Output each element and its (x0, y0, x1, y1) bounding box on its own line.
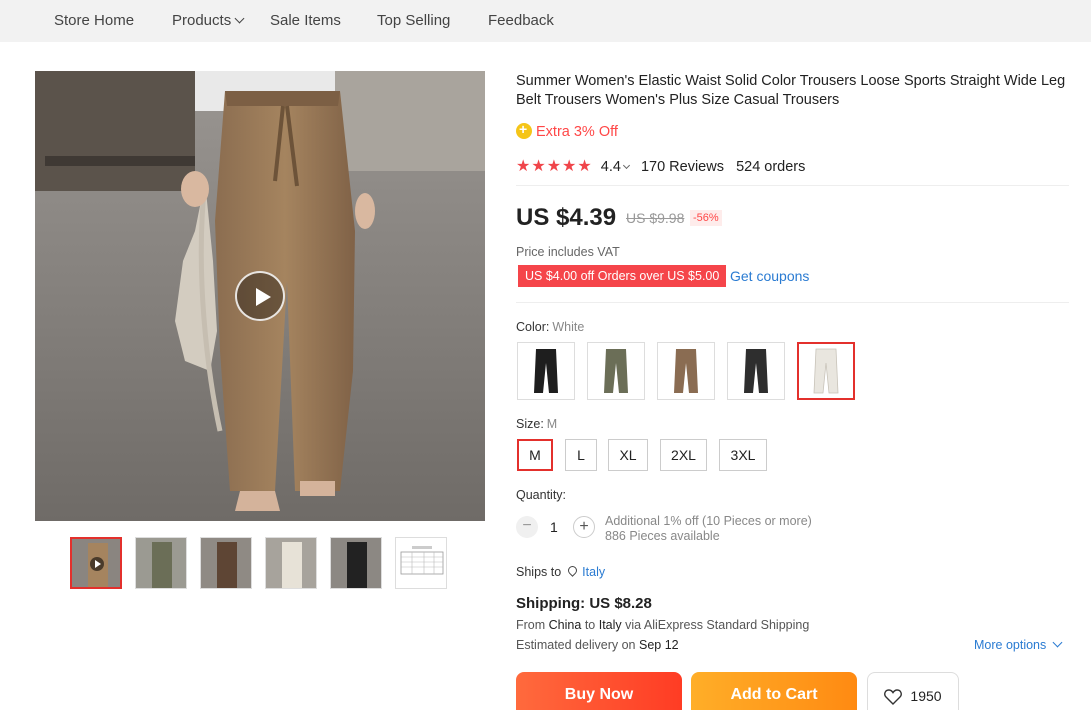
size-option-l[interactable]: L (565, 439, 597, 471)
nav-sale-items[interactable]: Sale Items (270, 12, 341, 29)
nav-top-selling[interactable]: Top Selling (377, 12, 450, 29)
nav-store-home[interactable]: Store Home (54, 12, 134, 29)
size-label-row: Size: M (516, 417, 557, 431)
delivery-date: Sep 12 (639, 638, 679, 652)
quantity-value[interactable]: 1 (550, 519, 558, 535)
store-nav-bar: Store Home Products Sale Items Top Selli… (0, 0, 1091, 42)
divider (516, 185, 1069, 186)
quantity-label: Quantity: (516, 488, 567, 502)
chevron-down-icon (1052, 637, 1063, 648)
stock-available: 886 Pieces available (605, 529, 720, 543)
ships-to-label: Ships to (516, 565, 562, 579)
nav-products-label: Products (172, 12, 232, 29)
delivery-prefix: Estimated delivery on (516, 638, 636, 652)
to-word: to (584, 618, 596, 632)
thumbnail-green[interactable] (135, 537, 187, 589)
color-swatch-brown[interactable] (657, 342, 715, 400)
pants-white-image (813, 348, 839, 394)
size-chart-icon (396, 538, 446, 588)
location-pin-icon (566, 564, 580, 577)
nav-feedback[interactable]: Feedback (488, 12, 554, 29)
wishlist-count: 1950 (910, 688, 942, 704)
main-product-image[interactable] (35, 71, 485, 521)
origin-country: China (548, 618, 582, 632)
color-swatch-army-green[interactable] (587, 342, 645, 400)
destination-country: Italy (598, 618, 622, 632)
pants-dark-grey-image (744, 349, 768, 393)
extra-discount-label: Extra 3% Off (536, 124, 618, 140)
color-label: Color: (516, 320, 550, 334)
size-option-2xl[interactable]: 2XL (660, 439, 707, 471)
color-swatch-dark-grey[interactable] (727, 342, 785, 400)
reviews-link[interactable]: 170 Reviews (641, 159, 724, 175)
size-label: Size: (516, 417, 544, 431)
thumbnail-photo (136, 538, 186, 588)
thumbnail-photo (201, 538, 251, 588)
pants-black-image (534, 349, 558, 393)
color-swatch-white[interactable] (797, 342, 855, 400)
wishlist-button[interactable]: 1950 (867, 672, 959, 710)
color-swatch-black[interactable] (517, 342, 575, 400)
delivery-estimate: Estimated delivery on Sep 12 (516, 638, 679, 652)
original-price: US $9.98 (626, 210, 685, 226)
color-label-row: Color: White (516, 320, 584, 334)
vat-note: Price includes VAT (516, 245, 620, 259)
shipping-cost: Shipping: US $8.28 (516, 595, 652, 612)
play-video-button[interactable] (235, 271, 285, 321)
size-option-m[interactable]: M (517, 439, 553, 471)
size-option-xl[interactable]: XL (608, 439, 648, 471)
coin-icon (516, 121, 532, 139)
thumbnail-photo (266, 538, 316, 588)
coupon-badge[interactable]: US $4.00 off Orders over US $5.00 (518, 265, 727, 287)
heart-icon (884, 689, 903, 705)
quantity-increase-button[interactable]: + (573, 516, 595, 538)
thumbnail-brown[interactable] (200, 537, 252, 589)
thumbnail-video[interactable] (70, 537, 122, 589)
selected-color: White (552, 320, 585, 334)
quantity-notes: Additional 1% off (10 Pieces or more) 88… (605, 514, 812, 544)
shipping-route: From China to Italy via AliExpress Stand… (516, 618, 809, 632)
rating-row: ★★★★★ 4.4 170 Reviews 524 orders (516, 156, 805, 176)
quantity-decrease-button[interactable]: − (516, 516, 538, 538)
ships-to-country[interactable]: Italy (582, 565, 605, 579)
bulk-discount-note: Additional 1% off (10 Pieces or more) (605, 514, 812, 528)
ships-to-row: Ships to Italy (516, 564, 605, 579)
rating-value[interactable]: 4.4 (601, 159, 621, 175)
pants-green-image (604, 349, 628, 393)
chevron-down-icon[interactable] (622, 161, 630, 170)
thumbnail-black[interactable] (330, 537, 382, 589)
nav-products[interactable]: Products (172, 12, 245, 29)
extra-discount-tag[interactable]: Extra 3% Off (516, 121, 618, 140)
from-prefix: From (516, 618, 546, 632)
selected-size: M (546, 417, 558, 431)
orders-count: 524 orders (736, 159, 806, 175)
current-price: US $4.39 (516, 204, 617, 231)
thumbnail-size-chart[interactable] (395, 537, 447, 589)
divider (516, 302, 1069, 303)
chevron-down-icon (234, 13, 245, 24)
play-icon (90, 557, 104, 571)
product-title: Summer Women's Elastic Waist Solid Color… (516, 73, 1066, 108)
size-option-3xl[interactable]: 3XL (719, 439, 767, 471)
pants-brown-image (674, 349, 698, 393)
discount-badge: -56% (690, 210, 722, 226)
add-to-cart-button[interactable]: Add to Cart (691, 672, 857, 710)
more-options-label: More options (974, 638, 1047, 652)
buy-now-button[interactable]: Buy Now (516, 672, 682, 710)
star-rating-icon: ★★★★★ (516, 158, 593, 175)
get-coupons-link[interactable]: Get coupons (730, 268, 809, 284)
shipping-method: via AliExpress Standard Shipping (625, 618, 810, 632)
thumbnail-white[interactable] (265, 537, 317, 589)
thumbnail-photo (331, 538, 381, 588)
more-shipping-options-link[interactable]: More options (974, 637, 1063, 652)
